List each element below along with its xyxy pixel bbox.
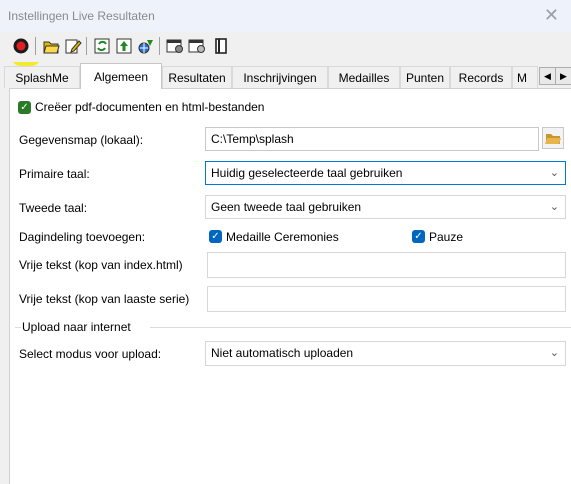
- second-lang-label: Tweede taal:: [19, 201, 88, 215]
- upload-mode-value: Niet automatisch uploaden: [211, 346, 354, 360]
- close-icon[interactable]: ✕: [544, 5, 559, 25]
- tab-medailles[interactable]: Medailles: [328, 66, 400, 88]
- toolbar-separator: [159, 37, 160, 55]
- free-text-index-label: Vrije tekst (kop van index.html): [19, 258, 183, 272]
- settings-alt-icon[interactable]: [188, 37, 206, 55]
- second-lang-select[interactable]: Geen tweede taal gebruiken ⌄: [205, 195, 566, 219]
- medal-ceremonies-checkbox[interactable]: ✓: [209, 230, 222, 243]
- tab-more[interactable]: M: [512, 66, 538, 88]
- primary-lang-label: Primaire taal:: [19, 167, 90, 181]
- tab-scroll-left-icon[interactable]: ◀: [539, 67, 556, 85]
- open-icon[interactable]: [42, 37, 60, 55]
- tab-records[interactable]: Records: [450, 66, 512, 88]
- free-text-last-field[interactable]: [207, 286, 566, 312]
- tab-inschrijvingen[interactable]: Inschrijvingen: [232, 66, 328, 88]
- tab-resultaten[interactable]: Resultaten: [162, 66, 232, 88]
- tab-algemeen[interactable]: Algemeen: [80, 63, 162, 89]
- group-divider: [150, 327, 571, 328]
- tab-splashme[interactable]: SplashMe: [4, 66, 80, 88]
- book-icon[interactable]: [212, 37, 230, 55]
- web-icon[interactable]: [137, 37, 155, 55]
- create-docs-label: Creëer pdf-documenten en html-bestanden: [35, 100, 265, 114]
- chevron-down-icon: ⌄: [549, 201, 559, 213]
- window-title: Instellingen Live Resultaten: [8, 9, 155, 23]
- tab-punten[interactable]: Punten: [400, 66, 450, 88]
- primary-lang-value: Huidig geselecteerde taal gebruiken: [211, 166, 403, 180]
- primary-lang-select[interactable]: Huidig geselecteerde taal gebruiken ⌄: [205, 161, 566, 185]
- second-lang-value: Geen tweede taal gebruiken: [211, 200, 362, 214]
- settings-icon[interactable]: [166, 37, 184, 55]
- record-icon[interactable]: [12, 37, 30, 55]
- pause-label: Pauze: [429, 230, 464, 244]
- toolbar-separator: [35, 37, 36, 55]
- title-bar: Instellingen Live Resultaten ✕: [0, 0, 571, 32]
- upload-group-title: Upload naar internet: [22, 320, 131, 334]
- edit-icon[interactable]: [64, 37, 82, 55]
- upload-mode-label: Select modus voor upload:: [19, 347, 162, 361]
- tab-scroll-right-icon[interactable]: ▶: [555, 67, 571, 85]
- free-text-index-field[interactable]: [207, 252, 566, 278]
- datafolder-label: Gegevensmap (lokaal):: [19, 133, 144, 147]
- chevron-down-icon: ⌄: [549, 167, 559, 179]
- upload-mode-select[interactable]: Niet automatisch uploaden ⌄: [205, 341, 566, 366]
- upload-icon[interactable]: [115, 37, 133, 55]
- refresh-icon[interactable]: [93, 37, 111, 55]
- chevron-down-icon: ⌄: [549, 347, 559, 359]
- free-text-last-label: Vrije tekst (kop van laaste serie): [19, 292, 190, 306]
- day-schedule-label: Dagindeling toevoegen:: [19, 230, 146, 244]
- datafolder-field[interactable]: C:\Temp\splash: [205, 127, 539, 151]
- toolbar-separator: [86, 37, 87, 55]
- create-docs-checkbox[interactable]: ✓: [18, 101, 31, 114]
- group-divider: [15, 327, 21, 328]
- medal-ceremonies-label: Medaille Ceremonies: [226, 230, 339, 244]
- folder-icon[interactable]: [542, 127, 564, 149]
- pause-checkbox[interactable]: ✓: [412, 230, 425, 243]
